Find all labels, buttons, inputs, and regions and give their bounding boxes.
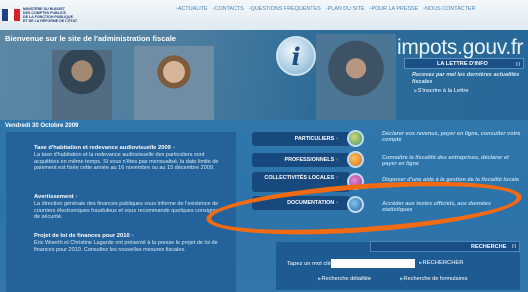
- main-content: Vendredi 30 Octobre 2009 Taxe d'habitati…: [0, 120, 528, 292]
- news-item-avertissement: Avertissement › La direction générale des…: [34, 194, 224, 221]
- expand-squares-icon: ∷: [516, 62, 520, 68]
- site-name[interactable]: impots.gouv.fr: [397, 36, 523, 60]
- info-logo-icon[interactable]: i: [276, 36, 316, 76]
- news-body: Eric Woerth et Christine Lagarde ont pré…: [34, 240, 218, 253]
- search-title: RECHERCHE ∷: [370, 241, 520, 252]
- news-title[interactable]: Projet de loi de finances pour 2010 ›: [34, 233, 224, 240]
- professionnels-ball-icon[interactable]: [347, 151, 364, 168]
- search-label: Tapez un mot clé :: [287, 261, 335, 267]
- form-search-link[interactable]: Recherche de formulaires: [400, 276, 468, 282]
- menu-particuliers-description: Déclarer vos revenus, payer en ligne, co…: [382, 131, 521, 144]
- top-bar: MINISTÈRE DU BUDGET DES COMPTES PUBLICS …: [0, 0, 528, 30]
- search-button[interactable]: RECHERCHER: [419, 260, 464, 266]
- search-input[interactable]: [331, 259, 415, 268]
- nav-nous-contacter[interactable]: NOUS CONTACTER: [423, 6, 475, 12]
- news-title[interactable]: Avertissement ›: [34, 194, 224, 201]
- nav-plan-du-site[interactable]: PLAN DU SITE: [326, 6, 365, 12]
- menu-particuliers-button[interactable]: PARTICULIERS ›: [252, 132, 350, 146]
- chevron-right-icon: ›: [336, 157, 338, 163]
- chevron-right-icon: ›: [336, 136, 338, 142]
- chevron-right-icon: ›: [131, 233, 134, 239]
- chevron-right-icon: ›: [75, 194, 78, 200]
- banner-photo-woman: [134, 46, 214, 120]
- ministry-logo[interactable]: MINISTÈRE DU BUDGET DES COMPTES PUBLICS …: [2, 2, 90, 28]
- nav-actualite[interactable]: ACTUALITE: [176, 6, 208, 12]
- header-banner: Bienvenue sur le site de l'administratio…: [0, 30, 528, 120]
- chevron-right-icon: ›: [336, 175, 338, 181]
- newsletter-title: LA LETTRE D'INFO ∷: [404, 58, 524, 69]
- news-body: La taxe d'habitation et la redevance aud…: [34, 152, 219, 171]
- news-panel: Taxe d'habitation et redevance audiovisu…: [6, 132, 236, 292]
- particuliers-ball-icon[interactable]: [347, 130, 364, 147]
- newsletter-box: LA LETTRE D'INFO ∷ Recevez par mel les d…: [404, 58, 524, 104]
- news-item-taxe-habitation: Taxe d'habitation et redevance audiovisu…: [34, 145, 224, 172]
- nav-pour-la-presse[interactable]: POUR LA PRESSE: [370, 6, 418, 12]
- expand-squares-icon: ∷: [512, 244, 516, 250]
- menu-professionnels-description: Connaître la fiscalité des entreprises, …: [382, 155, 509, 168]
- ministry-name: MINISTÈRE DU BUDGET DES COMPTES PUBLICS …: [23, 6, 78, 24]
- welcome-text: Bienvenue sur le site de l'administratio…: [5, 34, 177, 43]
- newsletter-description: Recevez par mel les dernières actualités…: [412, 72, 520, 85]
- nav-questions-frequentes[interactable]: QUESTIONS FREQUENTES: [249, 6, 321, 12]
- news-title[interactable]: Taxe d'habitation et redevance audiovisu…: [34, 145, 224, 152]
- info-logo-letter: i: [291, 41, 301, 71]
- chevron-right-icon: ›: [172, 145, 175, 151]
- french-flag-icon: [2, 9, 20, 21]
- banner-photo-man: [52, 50, 112, 120]
- nav-contacts[interactable]: CONTACTS: [213, 6, 244, 12]
- news-item-projet-loi-finances: Projet de loi de finances pour 2010 › Eri…: [34, 233, 224, 253]
- news-body: La direction générale des finances publi…: [34, 201, 220, 220]
- newsletter-subscribe-link[interactable]: S'inscrire à la Lettre: [414, 88, 524, 94]
- current-date: Vendredi 30 Octobre 2009: [5, 123, 79, 129]
- banner-photo-student: [316, 34, 396, 120]
- advanced-search-link[interactable]: Recherche détaillée: [318, 276, 371, 282]
- menu-professionnels-button[interactable]: PROFESSIONNELS ›: [252, 153, 350, 167]
- top-navigation: ACTUALITE CONTACTS QUESTIONS FREQUENTES …: [176, 6, 528, 12]
